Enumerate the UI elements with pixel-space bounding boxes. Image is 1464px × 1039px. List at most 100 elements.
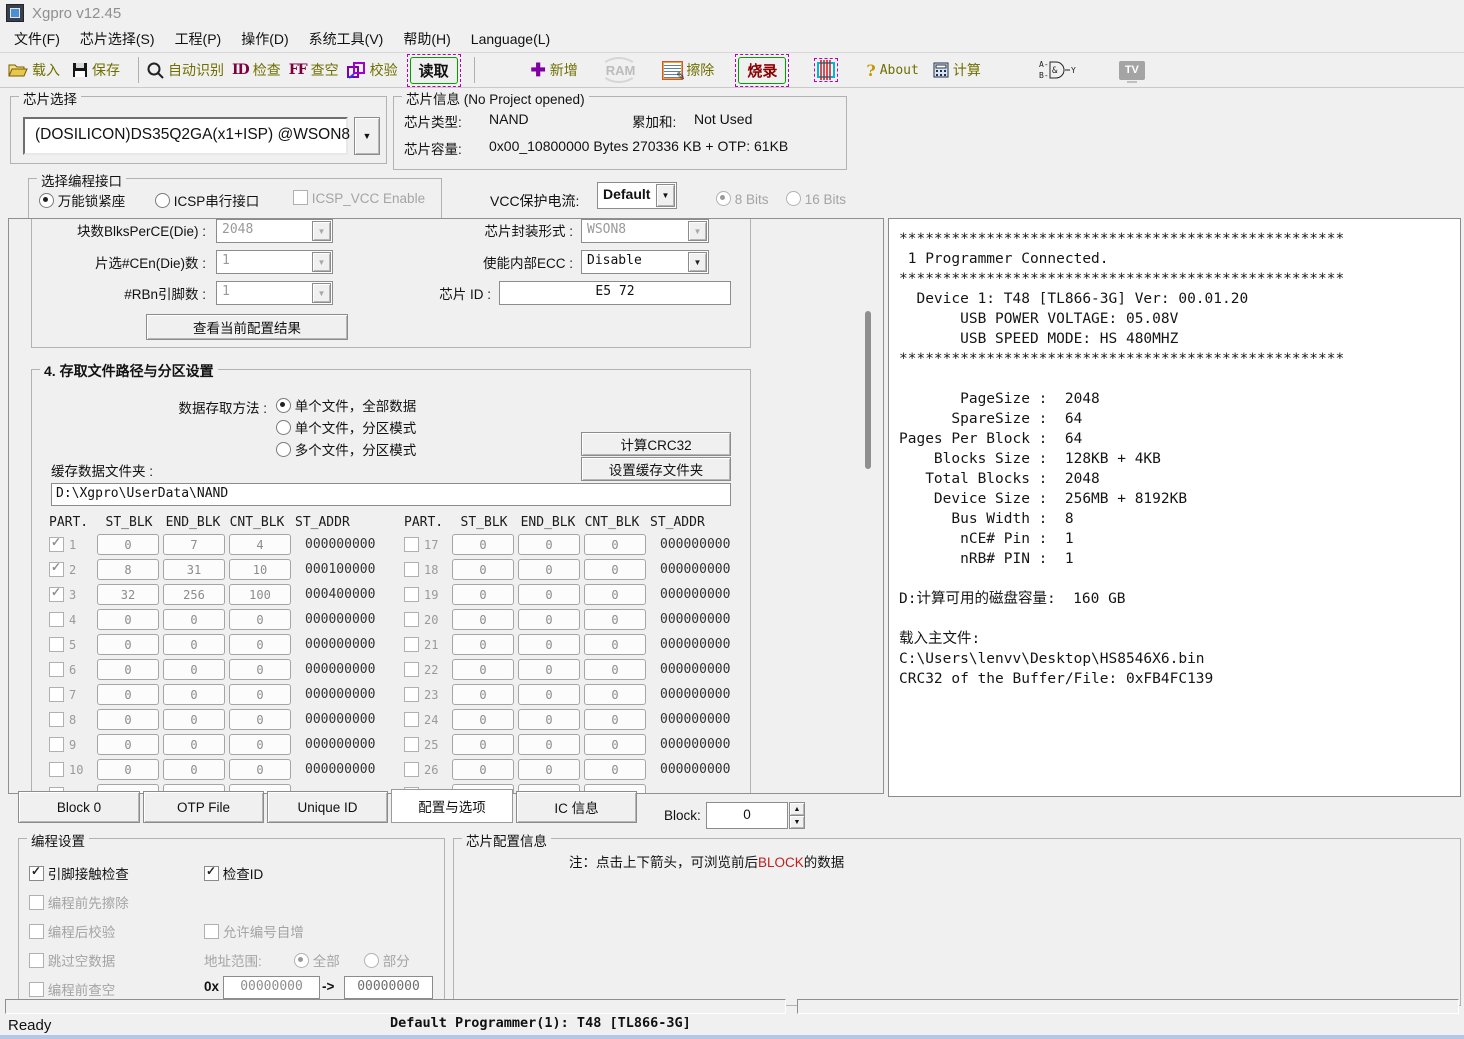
partition-end-blk-field[interactable]: 0 <box>163 684 225 705</box>
chip-select-dropdown-button[interactable]: ▼ <box>354 117 380 155</box>
partition-st-blk-field[interactable]: 0 <box>452 709 514 730</box>
partition-checkbox[interactable] <box>49 762 64 777</box>
partition-end-blk-field[interactable]: 0 <box>518 559 580 580</box>
bits8-radio[interactable]: 8 Bits <box>716 191 769 207</box>
partition-cnt-blk-field[interactable]: 0 <box>584 709 646 730</box>
erase-before-checkbox[interactable]: 编程前先擦除 <box>29 892 129 912</box>
menu-file[interactable]: 文件(F) <box>4 27 70 51</box>
menu-chip-select[interactable]: 芯片选择(S) <box>70 27 165 51</box>
partition-end-blk-field[interactable]: 0 <box>518 584 580 605</box>
blank-before-checkbox[interactable]: 编程前查空 <box>29 979 115 999</box>
burn-button[interactable]: 烧录 <box>738 57 786 84</box>
icsp-vcc-checkbox[interactable]: ICSP_VCC Enable <box>293 190 425 206</box>
menu-system-tools[interactable]: 系统工具(V) <box>299 27 394 51</box>
blank-check-button[interactable]: FF 查空 <box>289 60 339 80</box>
partition-end-blk-field[interactable]: 0 <box>163 609 225 630</box>
icsp-radio[interactable]: ICSP串行接口 <box>155 190 259 210</box>
partition-cnt-blk-field[interactable]: 0 <box>584 559 646 580</box>
addr-from-field[interactable]: 00000000 <box>223 976 320 999</box>
partition-st-blk-field[interactable]: 8 <box>97 559 159 580</box>
check-id-checkbox[interactable]: 检查ID <box>204 863 263 883</box>
partition-checkbox[interactable] <box>49 637 64 652</box>
partition-checkbox[interactable] <box>404 612 419 627</box>
ecc-combobox[interactable]: Disable ▼ <box>581 250 709 274</box>
partition-checkbox[interactable] <box>404 737 419 752</box>
package-combobox[interactable]: WSON8 ▼ <box>581 219 709 243</box>
addr-to-field[interactable]: 00000000 <box>344 976 433 999</box>
partition-end-blk-field[interactable]: 0 <box>163 634 225 655</box>
partition-cnt-blk-field[interactable]: 0 <box>229 634 291 655</box>
partition-end-blk-field[interactable]: 7 <box>163 534 225 555</box>
tv-button[interactable]: TV <box>1119 61 1145 80</box>
partition-st-blk-field[interactable]: 0 <box>452 584 514 605</box>
partition-cnt-blk-field[interactable]: 0 <box>584 684 646 705</box>
partition-st-blk-field[interactable]: 0 <box>452 659 514 680</box>
about-button[interactable]: ? About <box>866 61 919 80</box>
partition-end-blk-field[interactable]: 0 <box>518 534 580 555</box>
method-single-all-radio[interactable]: 单个文件，全部数据 <box>276 395 416 415</box>
partition-st-blk-field[interactable]: 0 <box>97 609 159 630</box>
partition-cnt-blk-field[interactable]: 0 <box>584 609 646 630</box>
partition-cnt-blk-field[interactable]: 0 <box>229 709 291 730</box>
partition-checkbox[interactable] <box>404 537 419 552</box>
ce-count-combobox[interactable]: 1 ▼ <box>216 250 333 274</box>
console-log[interactable]: ****************************************… <box>888 218 1461 797</box>
partition-checkbox[interactable] <box>49 737 64 752</box>
menu-project[interactable]: 工程(P) <box>165 27 232 51</box>
partition-cnt-blk-field[interactable]: 0 <box>584 659 646 680</box>
calc-button[interactable]: 计算 <box>933 60 981 80</box>
partition-cnt-blk-field[interactable]: 0 <box>584 734 646 755</box>
tab-block0[interactable]: Block 0 <box>18 791 140 823</box>
logic-gate-button[interactable]: A- B- & Y <box>1039 59 1079 81</box>
partition-st-blk-field[interactable]: 0 <box>452 634 514 655</box>
load-button[interactable]: 载入 <box>8 60 60 80</box>
method-single-part-radio[interactable]: 单个文件，分区模式 <box>276 417 416 437</box>
partition-cnt-blk-field[interactable]: 0 <box>229 609 291 630</box>
partition-st-blk-field[interactable]: 0 <box>452 559 514 580</box>
erase-button[interactable]: 擦除 <box>663 60 714 80</box>
save-button[interactable]: 保存 <box>72 60 120 80</box>
partition-cnt-blk-field[interactable]: 0 <box>584 584 646 605</box>
id-check-button[interactable]: ID 检查 <box>232 60 281 80</box>
partition-checkbox[interactable] <box>49 537 64 552</box>
menu-operation[interactable]: 操作(D) <box>231 27 298 51</box>
block-spin-down[interactable]: ▼ <box>789 815 805 829</box>
partition-checkbox[interactable] <box>404 637 419 652</box>
partition-checkbox[interactable] <box>404 687 419 702</box>
tab-ic-info[interactable]: IC 信息 <box>516 791 637 823</box>
partition-end-blk-field[interactable]: 0 <box>163 734 225 755</box>
vertical-scrollbar-thumb[interactable] <box>865 311 871 469</box>
serial-inc-checkbox[interactable]: 允许编号自增 <box>204 921 304 941</box>
pin-check-checkbox[interactable]: 引脚接触检查 <box>29 863 129 883</box>
menu-help[interactable]: 帮助(H) <box>393 27 460 51</box>
partition-st-blk-field[interactable]: 0 <box>452 609 514 630</box>
partition-checkbox[interactable] <box>49 587 64 602</box>
partition-checkbox[interactable] <box>49 612 64 627</box>
partition-checkbox[interactable] <box>404 662 419 677</box>
partition-end-blk-field[interactable]: 0 <box>163 659 225 680</box>
tab-config-options[interactable]: 配置与选项 <box>391 789 513 823</box>
partition-cnt-blk-field[interactable]: 0 <box>229 734 291 755</box>
partition-st-blk-field[interactable]: 0 <box>452 759 514 780</box>
partition-st-blk-field[interactable]: 0 <box>452 534 514 555</box>
partition-st-blk-field[interactable]: 0 <box>97 709 159 730</box>
bits16-radio[interactable]: 16 Bits <box>786 191 846 207</box>
vcc-combobox[interactable]: Default ▼ <box>597 182 677 209</box>
socket-radio[interactable]: 万能锁紧座 <box>39 190 125 210</box>
partition-end-blk-field[interactable]: 0 <box>518 684 580 705</box>
dropdown-arrow-icon[interactable]: ▼ <box>688 252 707 272</box>
partition-end-blk-field[interactable]: 0 <box>163 709 225 730</box>
partition-st-blk-field[interactable]: 0 <box>97 759 159 780</box>
partition-end-blk-field[interactable]: 0 <box>518 659 580 680</box>
partition-end-blk-field[interactable]: 0 <box>518 634 580 655</box>
partition-end-blk-field[interactable]: 256 <box>163 584 225 605</box>
rbn-count-combobox[interactable]: 1 ▼ <box>216 281 333 305</box>
partition-checkbox[interactable] <box>49 687 64 702</box>
partition-cnt-blk-field[interactable]: 0 <box>229 659 291 680</box>
auto-identify-button[interactable]: 自动识别 <box>147 60 224 80</box>
partition-cnt-blk-field[interactable]: 0 <box>584 534 646 555</box>
partition-st-blk-field[interactable]: 0 <box>97 734 159 755</box>
verify-button[interactable]: 校验 <box>347 60 398 80</box>
range-part-radio[interactable]: 部分 <box>364 950 410 970</box>
partition-st-blk-field[interactable]: 0 <box>97 659 159 680</box>
